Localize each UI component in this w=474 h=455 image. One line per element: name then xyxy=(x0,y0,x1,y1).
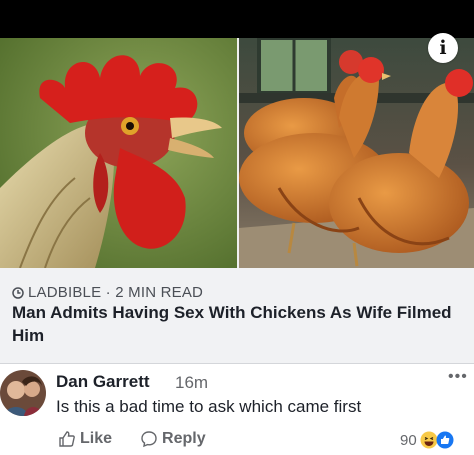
like-label: Like xyxy=(80,430,113,447)
source-row: LADBIBLE · 2 MIN READ xyxy=(12,284,203,301)
comment-text: Is this a bad time to ask which came fir… xyxy=(56,397,362,416)
reply-button[interactable]: Reply xyxy=(140,430,206,448)
avatar[interactable] xyxy=(0,370,46,416)
rooster-photo[interactable] xyxy=(0,38,237,268)
like-button[interactable]: Like xyxy=(58,430,112,448)
link-source: LADBIBLE · 2 MIN READ xyxy=(28,284,204,301)
hens-photo[interactable] xyxy=(239,38,474,268)
clock-icon xyxy=(12,286,24,299)
thumbs-up-icon xyxy=(59,431,75,447)
more-options-icon[interactable]: ••• xyxy=(448,368,468,386)
haha-emoji-icon xyxy=(420,431,438,449)
reply-bubble-icon xyxy=(141,431,157,448)
comment-time[interactable]: 16m xyxy=(175,373,208,393)
reaction-count: 90 xyxy=(400,431,417,449)
reply-label: Reply xyxy=(162,430,206,447)
top-black-bar xyxy=(0,0,474,38)
reaction-summary[interactable]: 90 xyxy=(400,431,454,449)
link-preview[interactable]: LADBIBLE · 2 MIN READ Man Admits Having … xyxy=(0,268,474,364)
like-emoji-icon xyxy=(436,431,454,449)
link-headline[interactable]: Man Admits Having Sex With Chickens As W… xyxy=(12,301,452,347)
info-icon[interactable]: i xyxy=(428,33,458,63)
comment-author[interactable]: Dan Garrett xyxy=(56,372,150,392)
comment-actions: Like Reply xyxy=(58,430,206,448)
